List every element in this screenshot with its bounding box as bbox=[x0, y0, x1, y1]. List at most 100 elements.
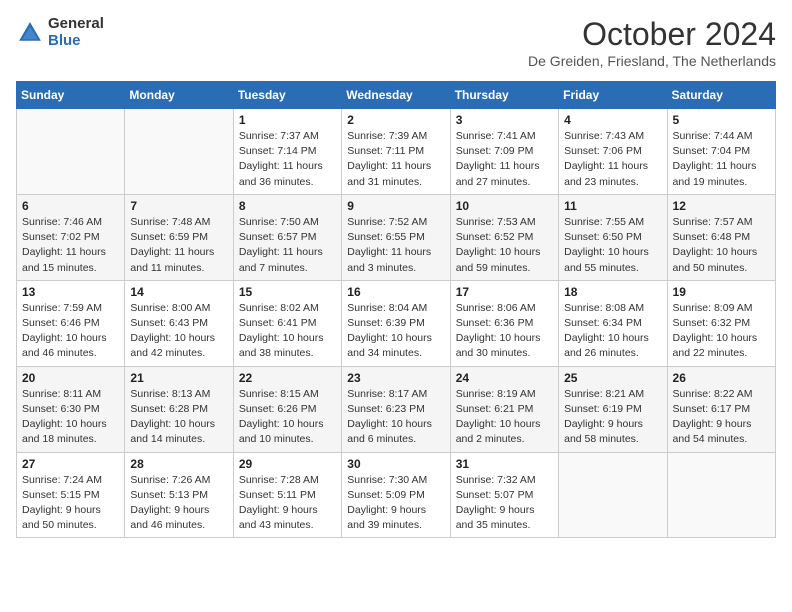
day-detail: Sunrise: 8:11 AM Sunset: 6:30 PM Dayligh… bbox=[22, 387, 119, 448]
day-detail: Sunrise: 7:46 AM Sunset: 7:02 PM Dayligh… bbox=[22, 215, 119, 276]
day-detail: Sunrise: 7:48 AM Sunset: 6:59 PM Dayligh… bbox=[130, 215, 227, 276]
logo-text: General Blue bbox=[48, 16, 104, 49]
calendar-week-4: 20 Sunrise: 8:11 AM Sunset: 6:30 PM Dayli… bbox=[17, 366, 776, 452]
logo-general-text: General bbox=[48, 16, 104, 33]
day-detail: Sunrise: 7:24 AM Sunset: 5:15 PM Dayligh… bbox=[22, 473, 119, 534]
day-detail: Sunrise: 8:00 AM Sunset: 6:43 PM Dayligh… bbox=[130, 301, 227, 362]
col-sunday: Sunday bbox=[17, 82, 125, 109]
day-number: 23 bbox=[347, 371, 444, 385]
calendar-cell: 4 Sunrise: 7:43 AM Sunset: 7:06 PM Daylig… bbox=[559, 109, 667, 195]
calendar-cell: 1 Sunrise: 7:37 AM Sunset: 7:14 PM Daylig… bbox=[233, 109, 341, 195]
day-detail: Sunrise: 7:39 AM Sunset: 7:11 PM Dayligh… bbox=[347, 129, 444, 190]
calendar-cell: 24Sunrise: 8:19 AM Sunset: 6:21 PM Dayli… bbox=[450, 366, 558, 452]
day-detail: Sunrise: 8:09 AM Sunset: 6:32 PM Dayligh… bbox=[673, 301, 770, 362]
day-number: 31 bbox=[456, 457, 553, 471]
day-detail: Sunrise: 7:28 AM Sunset: 5:11 PM Dayligh… bbox=[239, 473, 336, 534]
calendar-location: De Greiden, Friesland, The Netherlands bbox=[528, 53, 776, 69]
calendar-cell: 7 Sunrise: 7:48 AM Sunset: 6:59 PM Daylig… bbox=[125, 194, 233, 280]
calendar-cell: 3 Sunrise: 7:41 AM Sunset: 7:09 PM Daylig… bbox=[450, 109, 558, 195]
calendar-cell bbox=[125, 109, 233, 195]
calendar-cell: 17 Sunrise: 8:06 AM Sunset: 6:36 PM Dayli… bbox=[450, 280, 558, 366]
day-number: 3 bbox=[456, 113, 553, 127]
day-detail: Sunrise: 8:17 AM Sunset: 6:23 PM Dayligh… bbox=[347, 387, 444, 448]
calendar-cell: 28Sunrise: 7:26 AM Sunset: 5:13 PM Dayli… bbox=[125, 452, 233, 538]
calendar-cell: 10 Sunrise: 7:53 AM Sunset: 6:52 PM Dayli… bbox=[450, 194, 558, 280]
day-number: 17 bbox=[456, 285, 553, 299]
day-detail: Sunrise: 8:08 AM Sunset: 6:34 PM Dayligh… bbox=[564, 301, 661, 362]
calendar-cell: 25 Sunrise: 8:21 AM Sunset: 6:19 PM Dayli… bbox=[559, 366, 667, 452]
day-number: 4 bbox=[564, 113, 661, 127]
calendar-cell: 19Sunrise: 8:09 AM Sunset: 6:32 PM Dayli… bbox=[667, 280, 775, 366]
calendar-cell: 11 Sunrise: 7:55 AM Sunset: 6:50 PM Dayli… bbox=[559, 194, 667, 280]
calendar-cell: 31Sunrise: 7:32 AM Sunset: 5:07 PM Dayli… bbox=[450, 452, 558, 538]
day-number: 22 bbox=[239, 371, 336, 385]
day-number: 18 bbox=[564, 285, 661, 299]
day-detail: Sunrise: 7:43 AM Sunset: 7:06 PM Dayligh… bbox=[564, 129, 661, 190]
day-detail: Sunrise: 7:44 AM Sunset: 7:04 PM Dayligh… bbox=[673, 129, 770, 190]
calendar-week-1: 1 Sunrise: 7:37 AM Sunset: 7:14 PM Daylig… bbox=[17, 109, 776, 195]
day-number: 12 bbox=[673, 199, 770, 213]
calendar-cell: 26 Sunrise: 8:22 AM Sunset: 6:17 PM Dayli… bbox=[667, 366, 775, 452]
calendar-cell bbox=[667, 452, 775, 538]
col-wednesday: Wednesday bbox=[342, 82, 450, 109]
calendar-cell: 23 Sunrise: 8:17 AM Sunset: 6:23 PM Dayli… bbox=[342, 366, 450, 452]
col-tuesday: Tuesday bbox=[233, 82, 341, 109]
day-detail: Sunrise: 8:19 AM Sunset: 6:21 PM Dayligh… bbox=[456, 387, 553, 448]
day-number: 25 bbox=[564, 371, 661, 385]
day-detail: Sunrise: 7:53 AM Sunset: 6:52 PM Dayligh… bbox=[456, 215, 553, 276]
calendar-cell bbox=[17, 109, 125, 195]
logo: General Blue bbox=[16, 16, 104, 49]
day-detail: Sunrise: 7:55 AM Sunset: 6:50 PM Dayligh… bbox=[564, 215, 661, 276]
day-number: 6 bbox=[22, 199, 119, 213]
day-number: 9 bbox=[347, 199, 444, 213]
logo-icon bbox=[16, 19, 44, 47]
day-detail: Sunrise: 8:21 AM Sunset: 6:19 PM Dayligh… bbox=[564, 387, 661, 448]
day-number: 26 bbox=[673, 371, 770, 385]
day-detail: Sunrise: 7:37 AM Sunset: 7:14 PM Dayligh… bbox=[239, 129, 336, 190]
day-number: 10 bbox=[456, 199, 553, 213]
day-number: 21 bbox=[130, 371, 227, 385]
calendar-cell: 29Sunrise: 7:28 AM Sunset: 5:11 PM Dayli… bbox=[233, 452, 341, 538]
calendar-week-2: 6 Sunrise: 7:46 AM Sunset: 7:02 PM Daylig… bbox=[17, 194, 776, 280]
day-number: 13 bbox=[22, 285, 119, 299]
calendar-week-5: 27 Sunrise: 7:24 AM Sunset: 5:15 PM Dayli… bbox=[17, 452, 776, 538]
calendar-cell: 22 Sunrise: 8:15 AM Sunset: 6:26 PM Dayli… bbox=[233, 366, 341, 452]
col-saturday: Saturday bbox=[667, 82, 775, 109]
day-number: 30 bbox=[347, 457, 444, 471]
title-block: October 2024 De Greiden, Friesland, The … bbox=[528, 16, 776, 69]
day-detail: Sunrise: 7:57 AM Sunset: 6:48 PM Dayligh… bbox=[673, 215, 770, 276]
day-detail: Sunrise: 8:04 AM Sunset: 6:39 PM Dayligh… bbox=[347, 301, 444, 362]
day-number: 5 bbox=[673, 113, 770, 127]
day-number: 2 bbox=[347, 113, 444, 127]
calendar-title: October 2024 bbox=[528, 16, 776, 53]
calendar-cell: 16 Sunrise: 8:04 AM Sunset: 6:39 PM Dayli… bbox=[342, 280, 450, 366]
day-detail: Sunrise: 8:06 AM Sunset: 6:36 PM Dayligh… bbox=[456, 301, 553, 362]
calendar-week-3: 13Sunrise: 7:59 AM Sunset: 6:46 PM Dayli… bbox=[17, 280, 776, 366]
day-detail: Sunrise: 8:02 AM Sunset: 6:41 PM Dayligh… bbox=[239, 301, 336, 362]
calendar-cell: 30 Sunrise: 7:30 AM Sunset: 5:09 PM Dayli… bbox=[342, 452, 450, 538]
day-detail: Sunrise: 8:15 AM Sunset: 6:26 PM Dayligh… bbox=[239, 387, 336, 448]
page-header: General Blue October 2024 De Greiden, Fr… bbox=[16, 16, 776, 69]
calendar-cell: 21Sunrise: 8:13 AM Sunset: 6:28 PM Dayli… bbox=[125, 366, 233, 452]
calendar-cell: 14 Sunrise: 8:00 AM Sunset: 6:43 PM Dayli… bbox=[125, 280, 233, 366]
day-number: 20 bbox=[22, 371, 119, 385]
day-detail: Sunrise: 7:41 AM Sunset: 7:09 PM Dayligh… bbox=[456, 129, 553, 190]
calendar-cell: 6 Sunrise: 7:46 AM Sunset: 7:02 PM Daylig… bbox=[17, 194, 125, 280]
day-number: 7 bbox=[130, 199, 227, 213]
day-detail: Sunrise: 8:22 AM Sunset: 6:17 PM Dayligh… bbox=[673, 387, 770, 448]
day-number: 16 bbox=[347, 285, 444, 299]
day-detail: Sunrise: 7:30 AM Sunset: 5:09 PM Dayligh… bbox=[347, 473, 444, 534]
calendar-cell: 9Sunrise: 7:52 AM Sunset: 6:55 PM Daylig… bbox=[342, 194, 450, 280]
col-friday: Friday bbox=[559, 82, 667, 109]
day-number: 27 bbox=[22, 457, 119, 471]
day-number: 11 bbox=[564, 199, 661, 213]
calendar-cell: 13Sunrise: 7:59 AM Sunset: 6:46 PM Dayli… bbox=[17, 280, 125, 366]
calendar-cell: 12 Sunrise: 7:57 AM Sunset: 6:48 PM Dayli… bbox=[667, 194, 775, 280]
calendar-table: Sunday Monday Tuesday Wednesday Thursday… bbox=[16, 81, 776, 538]
calendar-cell: 2 Sunrise: 7:39 AM Sunset: 7:11 PM Daylig… bbox=[342, 109, 450, 195]
col-thursday: Thursday bbox=[450, 82, 558, 109]
calendar-cell: 27 Sunrise: 7:24 AM Sunset: 5:15 PM Dayli… bbox=[17, 452, 125, 538]
day-detail: Sunrise: 7:26 AM Sunset: 5:13 PM Dayligh… bbox=[130, 473, 227, 534]
day-number: 14 bbox=[130, 285, 227, 299]
day-number: 1 bbox=[239, 113, 336, 127]
